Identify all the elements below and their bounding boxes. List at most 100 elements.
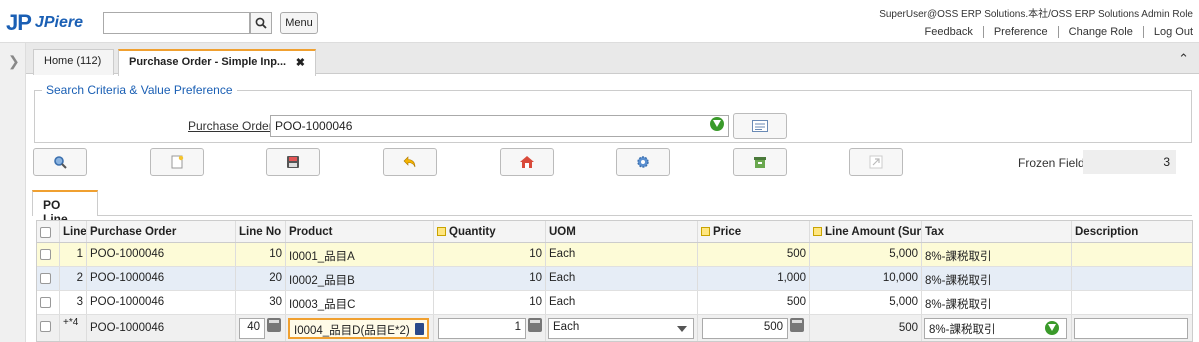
save-button[interactable] <box>266 148 320 176</box>
select-all-cell[interactable] <box>37 221 60 242</box>
settings-button[interactable] <box>616 148 670 176</box>
fullscreen-button[interactable] <box>849 148 903 176</box>
value-preference-button[interactable] <box>733 113 787 139</box>
row-checkbox[interactable] <box>40 321 51 332</box>
col-price[interactable]: Price <box>698 221 810 242</box>
line-no-input[interactable]: 40 <box>239 318 265 339</box>
close-icon[interactable]: ✖ <box>296 56 305 69</box>
cell-purchase-order[interactable]: POO-1000046 <box>87 291 236 314</box>
cell-price[interactable]: 500 <box>698 291 810 314</box>
select-all-checkbox[interactable] <box>40 227 51 238</box>
quantity-input[interactable]: 1 <box>438 318 526 339</box>
row-select-cell[interactable] <box>37 291 60 314</box>
home-button[interactable] <box>500 148 554 176</box>
col-tax[interactable]: Tax <box>922 221 1072 242</box>
cell-price[interactable]: 1,000 <box>698 267 810 290</box>
cell-uom[interactable]: Each <box>546 315 698 341</box>
collapse-up-icon[interactable]: ⌃ <box>1178 51 1189 67</box>
cell-uom[interactable]: Each <box>546 267 698 290</box>
cell-purchase-order[interactable]: POO-1000046 <box>87 267 236 290</box>
col-line-amount[interactable]: Line Amount (Sun <box>810 221 922 242</box>
search-icon <box>255 17 267 29</box>
col-line-amount-label: Line Amount (Sun <box>825 226 922 238</box>
cell-line-no[interactable]: 40 <box>236 315 286 341</box>
cell-quantity[interactable]: 10 <box>434 291 546 314</box>
row-checkbox[interactable] <box>40 273 51 284</box>
save-icon <box>287 156 299 168</box>
col-description[interactable]: Description <box>1072 221 1192 242</box>
global-search-input[interactable] <box>103 12 250 34</box>
col-product[interactable]: Product <box>286 221 434 242</box>
cell-quantity[interactable]: 1 <box>434 315 546 341</box>
table-row[interactable]: 3 POO-1000046 30 I0003_品目C 10 Each 500 5… <box>37 291 1192 315</box>
cell-line-no[interactable]: 30 <box>236 291 286 314</box>
header-links: Feedback Preference Change Role Log Out <box>915 26 1193 38</box>
archive-button[interactable] <box>733 148 787 176</box>
cell-description[interactable] <box>1072 315 1192 341</box>
calculator-icon[interactable] <box>528 318 542 332</box>
tab-purchase-order[interactable]: Purchase Order - Simple Inp... ✖ <box>118 49 316 76</box>
cell-product[interactable]: I0004_品目D(品目E*2) <box>286 315 434 341</box>
col-line-no[interactable]: Line No <box>236 221 286 242</box>
zoom-arrow-icon[interactable] <box>1045 321 1059 335</box>
cell-purchase-order[interactable]: POO-1000046 <box>87 315 236 341</box>
app-logo[interactable]: JP JPiere <box>6 10 83 36</box>
col-line[interactable]: Line <box>60 221 87 242</box>
feedback-link[interactable]: Feedback <box>915 26 983 38</box>
cell-uom[interactable]: Each <box>546 291 698 314</box>
cell-line-no[interactable]: 20 <box>236 267 286 290</box>
book-icon[interactable] <box>415 323 424 335</box>
search-button[interactable] <box>250 12 272 34</box>
change-role-link[interactable]: Change Role <box>1057 26 1143 38</box>
row-checkbox[interactable] <box>40 297 51 308</box>
row-select-cell[interactable] <box>37 315 60 341</box>
cell-purchase-order[interactable]: POO-1000046 <box>87 243 236 266</box>
row-select-cell[interactable] <box>37 267 60 290</box>
cell-quantity[interactable]: 10 <box>434 267 546 290</box>
table-row[interactable]: 1 POO-1000046 10 I0001_品目A 10 Each 500 5… <box>37 243 1192 267</box>
cell-description[interactable] <box>1072 243 1192 266</box>
cell-line-no[interactable]: 10 <box>236 243 286 266</box>
cell-price[interactable]: 500 <box>698 243 810 266</box>
cell-product[interactable]: I0001_品目A <box>286 243 434 266</box>
logout-link[interactable]: Log Out <box>1142 26 1193 38</box>
menu-button[interactable]: Menu <box>280 12 318 34</box>
row-checkbox[interactable] <box>40 249 51 260</box>
undo-button[interactable] <box>383 148 437 176</box>
col-purchase-order[interactable]: Purchase Order <box>87 221 236 242</box>
chevron-right-icon[interactable]: ❯ <box>8 53 20 70</box>
calculator-icon[interactable] <box>790 318 804 332</box>
cell-description[interactable] <box>1072 267 1192 290</box>
cell-tax[interactable]: 8%-課税取引 <box>922 243 1072 266</box>
frozen-field-input[interactable]: 3 <box>1083 150 1176 174</box>
cell-tax[interactable]: 8%-課税取引 <box>922 291 1072 314</box>
row-select-cell[interactable] <box>37 243 60 266</box>
form-icon <box>752 120 768 132</box>
preference-link[interactable]: Preference <box>982 26 1058 38</box>
price-input[interactable]: 500 <box>702 318 788 339</box>
table-row-editing[interactable]: +*4 POO-1000046 40 I0004_品目D(品目E*2) 1 Ea… <box>37 315 1192 341</box>
product-input[interactable]: I0004_品目D(品目E*2) <box>288 318 429 339</box>
table-row[interactable]: 2 POO-1000046 20 I0002_品目B 10 Each 1,000… <box>37 267 1192 291</box>
zoom-arrow-icon[interactable] <box>710 117 724 131</box>
description-input[interactable] <box>1074 318 1188 339</box>
cell-description[interactable] <box>1072 291 1192 314</box>
tab-po-line[interactable]: PO Line <box>32 190 98 226</box>
tab-home[interactable]: Home (112) <box>33 49 114 75</box>
new-record-button[interactable] <box>150 148 204 176</box>
cell-tax[interactable]: 8%-課税取引 <box>922 267 1072 290</box>
purchase-order-field[interactable]: POO-1000046 <box>270 115 729 137</box>
cell-price[interactable]: 500 <box>698 315 810 341</box>
col-uom[interactable]: UOM <box>546 221 698 242</box>
cell-quantity[interactable]: 10 <box>434 243 546 266</box>
cell-tax[interactable]: 8%-課税取引 <box>922 315 1072 341</box>
col-quantity[interactable]: Quantity <box>434 221 546 242</box>
purchase-order-label[interactable]: Purchase Order <box>188 119 273 133</box>
calculator-icon[interactable] <box>267 318 281 332</box>
chevron-down-icon[interactable] <box>677 326 687 332</box>
search-button[interactable] <box>33 148 87 176</box>
cell-product[interactable]: I0002_品目B <box>286 267 434 290</box>
cell-uom[interactable]: Each <box>546 243 698 266</box>
cell-product[interactable]: I0003_品目C <box>286 291 434 314</box>
uom-select[interactable]: Each <box>548 318 694 339</box>
